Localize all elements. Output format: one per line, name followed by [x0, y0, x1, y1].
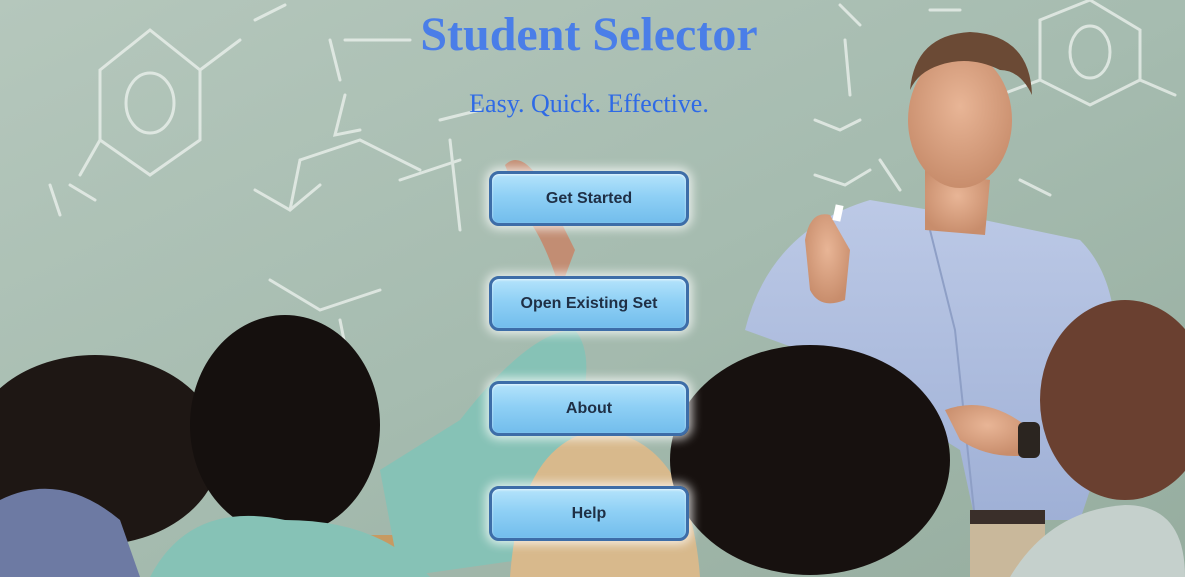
open-existing-set-button[interactable]: Open Existing Set	[489, 276, 689, 331]
app-title: Student Selector	[420, 8, 758, 61]
help-button[interactable]: Help	[489, 486, 689, 541]
app-tagline: Easy. Quick. Effective.	[469, 89, 709, 118]
about-button[interactable]: About	[489, 381, 689, 436]
get-started-button[interactable]: Get Started	[489, 171, 689, 226]
